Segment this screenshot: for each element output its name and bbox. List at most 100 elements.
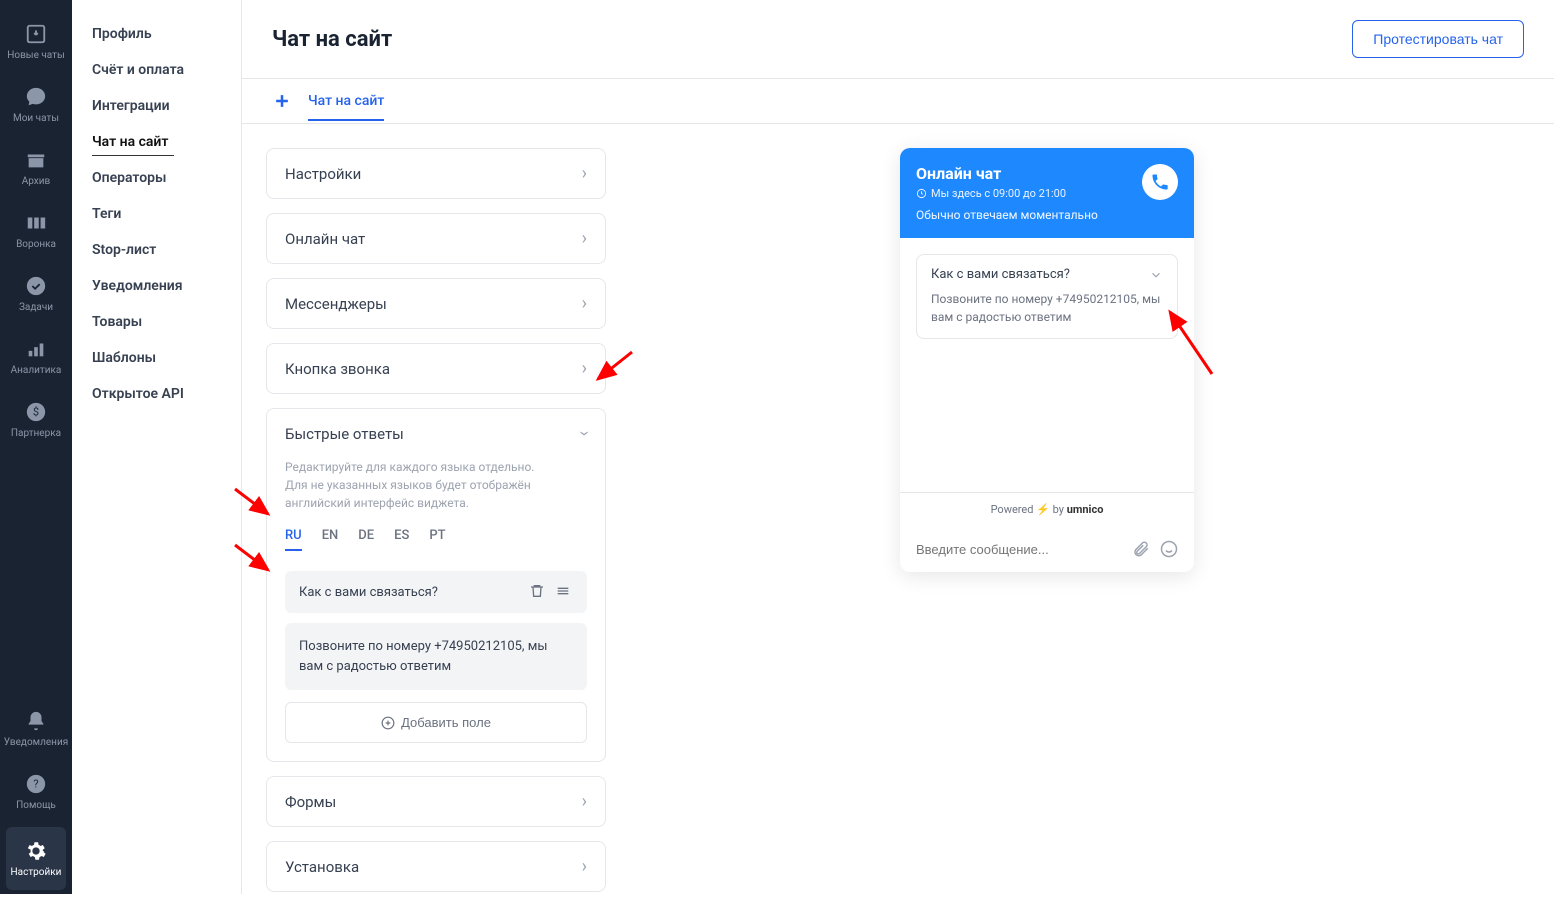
accordion-header[interactable]: Мессенджеры ›	[267, 279, 605, 328]
nav-label: Аналитика	[11, 365, 62, 376]
nav-analytics[interactable]: Аналитика	[0, 325, 72, 388]
attachment-icon[interactable]	[1132, 540, 1150, 558]
nav-label: Новые чаты	[7, 50, 64, 61]
add-field-label: Добавить поле	[401, 715, 491, 730]
nav-settings[interactable]: Настройки	[6, 827, 66, 890]
settings-sidebar: Профиль Счёт и оплата Интеграции Чат на …	[72, 0, 242, 894]
accordion-header[interactable]: Настройки ›	[267, 149, 605, 198]
chat-preview: Онлайн чат Мы здесь с 09:00 до 21:00 Обы…	[900, 148, 1194, 572]
sidebar-item-billing[interactable]: Счёт и оплата	[72, 52, 241, 88]
accordion-header[interactable]: Онлайн чат ›	[267, 214, 605, 263]
page-title: Чат на сайт	[272, 27, 392, 52]
sidebar-item-templates[interactable]: Шаблоны	[72, 340, 241, 376]
quick-answer-question-row: Как с вами связаться?	[285, 571, 587, 613]
emoji-icon[interactable]	[1160, 540, 1178, 558]
nav-help[interactable]: ? Помощь	[0, 760, 72, 823]
nav-label: Уведомления	[4, 737, 68, 748]
archive-icon	[24, 148, 48, 172]
accordion-label: Установка	[285, 858, 359, 876]
faq-card[interactable]: Как с вами связаться? Позвоните по номер…	[916, 254, 1178, 339]
chat-hours-text: Мы здесь с 09:00 до 21:00	[931, 187, 1066, 200]
chat-icon	[24, 85, 48, 109]
add-field-button[interactable]: Добавить поле	[285, 702, 587, 743]
powered-prefix: Powered	[991, 503, 1034, 516]
dollar-icon: $	[24, 400, 48, 424]
chevron-right-icon: ›	[582, 358, 587, 379]
sidebar-item-profile[interactable]: Профиль	[72, 16, 241, 52]
check-icon	[24, 274, 48, 298]
sidebar-item-integrations[interactable]: Интеграции	[72, 88, 241, 124]
nav-label: Партнерка	[11, 428, 61, 439]
accordion-label: Онлайн чат	[285, 230, 365, 248]
sidebar-item-goods[interactable]: Товары	[72, 304, 241, 340]
faq-question-row: Как с вами связаться?	[931, 267, 1163, 282]
lang-tab-es[interactable]: ES	[394, 528, 409, 551]
accordion-settings: Настройки ›	[266, 148, 606, 199]
lang-tab-en[interactable]: EN	[322, 528, 339, 551]
nav-tasks[interactable]: Задачи	[0, 262, 72, 325]
accordion-quick-answers: Быстрые ответы › Редактируйте для каждог…	[266, 408, 606, 762]
sidebar-item-chat-widget[interactable]: Чат на сайт	[72, 124, 241, 160]
sidebar-item-tags[interactable]: Теги	[72, 196, 241, 232]
accordion-header[interactable]: Кнопка звонка ›	[267, 344, 605, 393]
plus-circle-icon	[381, 716, 395, 730]
nav-label: Настройки	[11, 867, 62, 878]
accordion-label: Формы	[285, 793, 336, 811]
sidebar-item-notifications[interactable]: Уведомления	[72, 268, 241, 304]
nav-notifications[interactable]: Уведомления	[0, 697, 72, 760]
accordion-body: Редактируйте для каждого языка отдельно.…	[267, 458, 605, 761]
accordion-label: Настройки	[285, 165, 361, 183]
lang-tab-de[interactable]: DE	[358, 528, 374, 551]
nav-label: Помощь	[16, 800, 56, 811]
tab-chat-widget[interactable]: Чат на сайт	[308, 93, 384, 121]
call-button[interactable]	[1142, 164, 1178, 200]
drag-handle-icon[interactable]	[555, 583, 573, 601]
chevron-down-icon: ›	[574, 431, 595, 436]
bell-icon	[24, 709, 48, 733]
chevron-down-icon	[1149, 268, 1163, 282]
chat-footer: Powered ⚡ by umnico	[900, 492, 1194, 572]
add-tab-icon[interactable]	[272, 91, 292, 111]
chevron-right-icon: ›	[582, 293, 587, 314]
chevron-right-icon: ›	[582, 856, 587, 877]
sidebar-item-operators[interactable]: Операторы	[72, 160, 241, 196]
accordion-hint: Редактируйте для каждого языка отдельно.…	[285, 458, 587, 512]
accordion-label: Быстрые ответы	[285, 425, 404, 443]
lang-tab-pt[interactable]: PT	[429, 528, 445, 551]
nav-archive[interactable]: Архив	[0, 136, 72, 199]
lang-tab-ru[interactable]: RU	[285, 528, 302, 551]
sidebar-item-stoplist[interactable]: Stop-лист	[72, 232, 241, 268]
chat-preview-header: Онлайн чат Мы здесь с 09:00 до 21:00 Обы…	[900, 148, 1194, 238]
sidebar-item-api[interactable]: Открытое API	[72, 376, 241, 412]
nav-my-chats[interactable]: Мои чаты	[0, 73, 72, 136]
nav-funnel[interactable]: Воронка	[0, 199, 72, 262]
accordion-header[interactable]: Установка ›	[267, 842, 605, 891]
accordion-header[interactable]: Формы ›	[267, 777, 605, 826]
chat-input-row	[900, 526, 1194, 572]
svg-text:?: ?	[33, 778, 38, 791]
nav-affiliate[interactable]: $ Партнерка	[0, 388, 72, 451]
faq-question: Как с вами связаться?	[931, 267, 1070, 282]
question-icon: ?	[24, 772, 48, 796]
chat-input[interactable]	[916, 542, 1122, 557]
nav-label: Мои чаты	[13, 113, 59, 124]
bolt-icon: ⚡	[1036, 503, 1050, 516]
language-tabs: RU EN DE ES PT	[285, 528, 587, 551]
content-area: Настройки › Онлайн чат › Мессенджеры › К…	[242, 124, 1554, 916]
dark-sidebar: Новые чаты Мои чаты Архив Воронка Задачи…	[0, 0, 72, 894]
qa-question[interactable]: Как с вами связаться?	[285, 571, 587, 613]
accordion-forms: Формы ›	[266, 776, 606, 827]
test-chat-button[interactable]: Протестировать чат	[1352, 20, 1524, 58]
nav-new-chats[interactable]: Новые чаты	[0, 10, 72, 73]
chevron-right-icon: ›	[582, 791, 587, 812]
powered-by-text: by	[1053, 503, 1064, 516]
gear-icon	[24, 839, 48, 863]
qa-answer[interactable]: Позвоните по номеру +74950212105, мы вам…	[285, 623, 587, 690]
trash-icon[interactable]	[529, 583, 547, 601]
accordion-call-button: Кнопка звонка ›	[266, 343, 606, 394]
nav-label: Воронка	[16, 239, 56, 250]
accordion-install: Установка ›	[266, 841, 606, 892]
main-content: Чат на сайт Протестировать чат Чат на са…	[242, 0, 1554, 894]
accordion-header[interactable]: Быстрые ответы ›	[267, 409, 605, 458]
accordion-messengers: Мессенджеры ›	[266, 278, 606, 329]
